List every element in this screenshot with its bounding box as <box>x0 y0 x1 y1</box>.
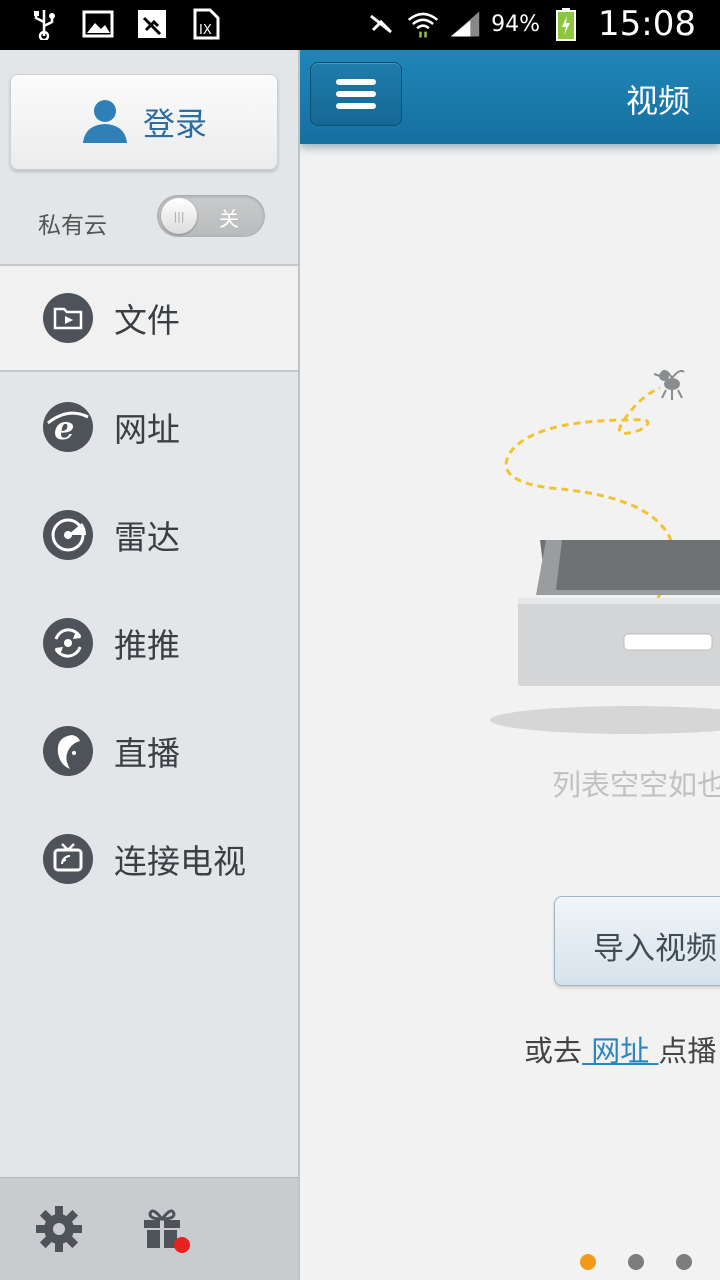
tv-connect-icon <box>42 833 94 885</box>
nav-label: 网址 <box>114 410 180 449</box>
nav-item-live[interactable]: 直播 <box>0 698 298 804</box>
clock: 15:08 <box>598 4 696 44</box>
nav-item-connect-tv[interactable]: 连接电视 <box>0 806 298 912</box>
sim-icon: IX <box>190 8 222 40</box>
radar-icon <box>42 509 94 561</box>
nav-label: 直播 <box>114 734 180 773</box>
nav-item-url[interactable]: e 网址 <box>0 374 298 480</box>
toggle-state: 关 <box>219 207 239 231</box>
goto-prefix: 或去 <box>524 1034 583 1068</box>
import-video-label: 导入视频 <box>593 931 717 967</box>
wifi-icon <box>407 8 439 40</box>
private-cloud-label: 私有云 <box>38 213 107 239</box>
login-button[interactable]: 登录 <box>10 74 278 170</box>
private-cloud-row: 私有云 ||| 关 <box>0 190 298 260</box>
page-indicator <box>580 1254 692 1270</box>
gift-icon[interactable] <box>140 1202 190 1254</box>
mosquito-icon <box>653 369 685 400</box>
nav-label: 推推 <box>114 626 180 665</box>
import-video-button[interactable]: 导入视频 <box>554 896 720 986</box>
folder-play-icon <box>42 292 94 344</box>
svg-text:IX: IX <box>199 23 212 38</box>
browser-e-icon: e <box>42 401 94 453</box>
nav-item-push[interactable]: 推推 <box>0 590 298 696</box>
navigation-drawer: 登录 私有云 ||| 关 文件 e 网址 雷达 推推 直播 连接电视 <box>0 50 300 1280</box>
url-link[interactable]: 网址 <box>582 1034 658 1068</box>
toggle-knob: ||| <box>161 198 197 234</box>
nav-label: 连接电视 <box>114 842 246 881</box>
page-dot[interactable] <box>628 1254 644 1270</box>
drawer-footer <box>0 1177 298 1280</box>
live-face-icon <box>42 725 94 777</box>
main-content: 视频 列表空空如也 导入视频 或去 网址 点播 <box>300 50 720 1280</box>
user-icon <box>81 96 129 148</box>
vibrate-silent-icon <box>365 8 397 40</box>
empty-list-text: 列表空空如也 <box>552 768 720 802</box>
nav-item-radar[interactable]: 雷达 <box>0 482 298 588</box>
nav-label: 文件 <box>114 301 180 340</box>
goto-suffix: 点播 <box>658 1034 717 1068</box>
battery-charging-icon <box>550 8 582 41</box>
page-dot[interactable] <box>676 1254 692 1270</box>
share-sync-icon <box>42 617 94 669</box>
nav-item-files[interactable]: 文件 <box>0 266 298 372</box>
usb-icon <box>28 8 60 40</box>
mute-notification-icon <box>136 8 168 40</box>
image-icon <box>82 8 114 40</box>
goto-url-hint: 或去 网址 点播 <box>524 1028 716 1070</box>
empty-drawer-illustration <box>490 369 720 734</box>
battery-percent: 94% <box>491 11 541 37</box>
login-label: 登录 <box>142 105 207 143</box>
status-bar: IX 94% 15:08 <box>0 0 720 50</box>
page-dot[interactable] <box>580 1254 596 1270</box>
gear-icon[interactable] <box>34 1204 84 1254</box>
private-cloud-toggle[interactable]: ||| 关 <box>157 195 265 237</box>
signal-icon <box>449 8 481 40</box>
nav-label: 雷达 <box>114 518 180 557</box>
